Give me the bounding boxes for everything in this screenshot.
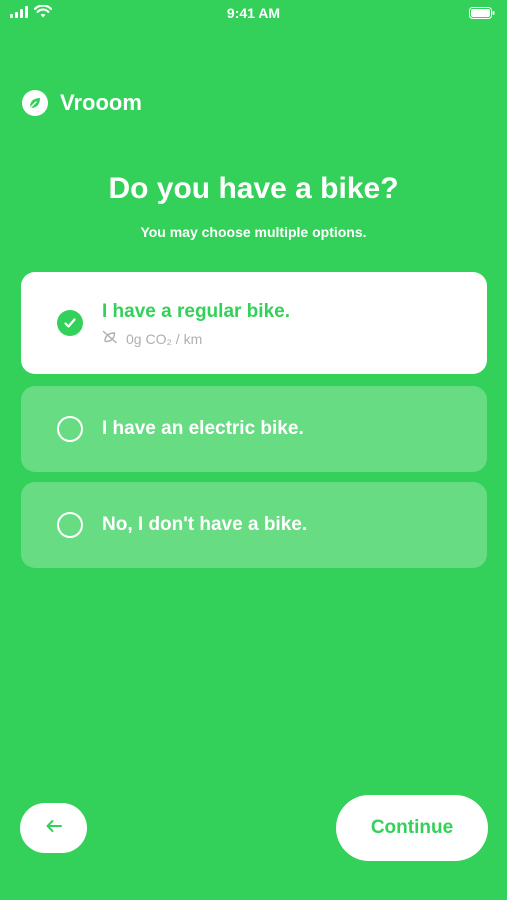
option-label: I have an electric bike. (102, 418, 304, 439)
status-time: 9:41 AM (226, 5, 281, 21)
brand-header: Vrooom (22, 90, 142, 116)
brand-name: Vrooom (60, 90, 142, 115)
back-button[interactable] (20, 803, 87, 853)
status-bar: 9:41 AM (0, 0, 507, 28)
continue-button[interactable]: Continue (336, 795, 488, 861)
option-label: I have a regular bike. (102, 301, 290, 322)
page-title: Do you have a bike? (108, 172, 399, 205)
option-label: No, I don't have a bike. (102, 514, 308, 535)
leaf-off-icon (102, 330, 118, 347)
arrow-left-icon (44, 818, 64, 839)
radio-icon (57, 512, 83, 538)
checkmark-icon (57, 310, 83, 336)
battery-icon (469, 6, 495, 24)
option-regular-bike[interactable]: I have a regular bike. 0g CO₂ / km (21, 272, 487, 374)
page-subtitle: You may choose multiple options. (140, 224, 367, 240)
option-no-bike[interactable]: No, I don't have a bike. (21, 482, 487, 568)
option-electric-bike[interactable]: I have an electric bike. (21, 386, 487, 472)
leaf-icon (22, 90, 48, 116)
radio-icon (57, 416, 83, 442)
co2-value: 0g CO₂ / km (126, 330, 203, 347)
option-meta: 0g CO₂ / km (102, 330, 202, 347)
